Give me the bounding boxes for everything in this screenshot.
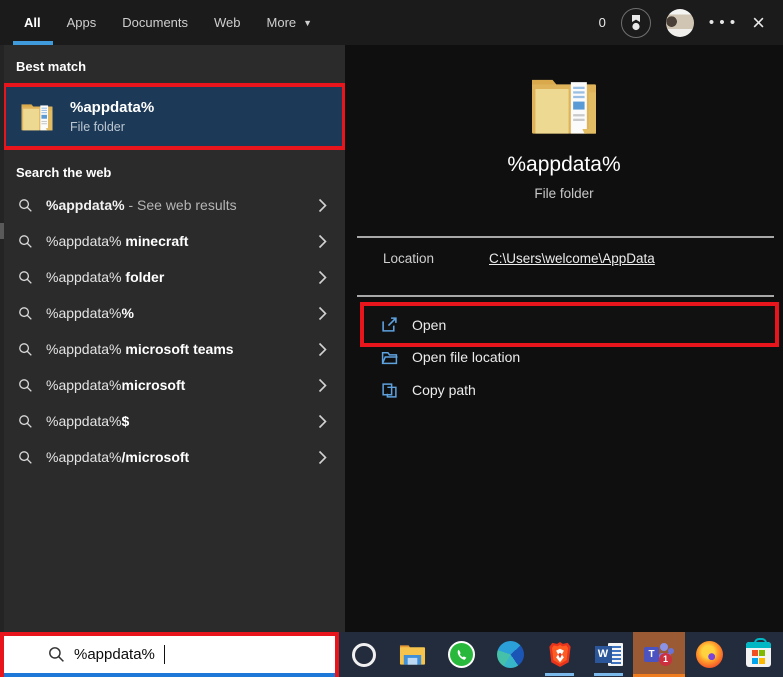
chevron-right-icon xyxy=(318,450,327,465)
search-icon xyxy=(19,234,32,248)
tab-all-label: All xyxy=(24,15,41,30)
teams-notification-badge: 1 xyxy=(659,652,672,666)
folder-outline-icon xyxy=(381,351,398,364)
results-scrollbar[interactable] xyxy=(0,45,4,632)
taskbar: W T 1 xyxy=(339,632,783,677)
tab-apps[interactable]: Apps xyxy=(67,0,97,45)
user-avatar[interactable] xyxy=(665,8,694,37)
copy-icon xyxy=(382,382,397,398)
open-file-location-label: Open file location xyxy=(412,349,521,365)
suggestion-dollar[interactable]: %appdata%$ xyxy=(0,403,345,439)
folder-icon xyxy=(21,104,53,131)
best-match-header: Best match xyxy=(16,59,87,74)
file-explorer-glyph xyxy=(399,644,426,665)
file-explorer-icon[interactable] xyxy=(388,632,437,677)
medal-glyph xyxy=(631,14,640,30)
suggestion-minecraft[interactable]: %appdata% minecraft xyxy=(0,223,345,259)
open-file-location-action[interactable]: Open file location xyxy=(345,342,783,372)
text-cursor xyxy=(163,645,166,664)
brave-glyph xyxy=(548,641,571,668)
chevron-right-icon xyxy=(318,342,327,357)
location-row: Location C:\Users\welcome\AppData xyxy=(383,251,771,266)
open-external-icon xyxy=(382,317,397,332)
topbar-actions: 0 • • • × xyxy=(598,7,765,38)
results-panel: Best match %appdata% File folder Search … xyxy=(0,45,346,632)
chevron-right-icon xyxy=(318,234,327,249)
search-icon xyxy=(19,306,32,320)
suggestion-folder[interactable]: %appdata% folder xyxy=(0,259,345,295)
folder-icon-large xyxy=(532,79,596,134)
edge-icon[interactable] xyxy=(486,632,535,677)
suggestion-percent[interactable]: %appdata%% xyxy=(0,295,345,331)
search-the-web-header: Search the web xyxy=(16,165,112,180)
best-match-text: %appdata% File folder xyxy=(70,99,154,134)
bottom-bar: %appdata% W T 1 xyxy=(0,632,783,677)
copy-path-action[interactable]: Copy path xyxy=(345,375,783,405)
tab-web-label: Web xyxy=(214,15,241,30)
cortana-icon[interactable] xyxy=(339,632,388,677)
more-options-icon[interactable]: • • • xyxy=(709,14,737,31)
filter-tabs: All Apps Documents Web More ▼ xyxy=(13,0,313,45)
preview-header: %appdata% File folder xyxy=(345,45,783,201)
search-filter-bar: All Apps Documents Web More ▼ 0 • • • × xyxy=(0,0,783,45)
location-label: Location xyxy=(383,251,435,266)
search-icon xyxy=(19,450,32,464)
suggestion-microsoft-teams[interactable]: %appdata% microsoft teams xyxy=(0,331,345,367)
tab-documents[interactable]: Documents xyxy=(122,0,188,45)
chevron-down-icon: ▼ xyxy=(303,17,313,28)
rewards-count: 0 xyxy=(598,15,606,30)
tab-apps-label: Apps xyxy=(66,15,97,30)
tab-more[interactable]: More ▼ xyxy=(267,0,313,45)
divider xyxy=(357,295,774,297)
tab-documents-label: Documents xyxy=(122,15,189,30)
open-action-label: Open xyxy=(412,316,447,333)
best-match-title: %appdata% xyxy=(70,99,155,116)
search-input[interactable]: %appdata% xyxy=(4,636,335,677)
annotation-box-search: %appdata% xyxy=(0,632,339,677)
annotation-box-open: Open xyxy=(360,302,779,347)
annotation-box-best-match: %appdata% File folder xyxy=(2,83,346,150)
suggestion-slash-microsoft[interactable]: %appdata%/microsoft xyxy=(0,439,345,475)
whatsapp-icon[interactable] xyxy=(437,632,486,677)
best-match-subtitle: File folder xyxy=(70,120,125,134)
rewards-medal-icon[interactable] xyxy=(620,7,651,38)
chevron-right-icon xyxy=(318,270,327,285)
word-icon[interactable]: W xyxy=(584,632,633,677)
search-icon xyxy=(19,270,32,284)
search-query-text: %appdata% xyxy=(74,646,155,663)
close-icon[interactable]: × xyxy=(752,11,765,34)
chevron-right-icon xyxy=(318,306,327,321)
location-link[interactable]: C:\Users\welcome\AppData xyxy=(489,251,655,266)
tab-more-label: More xyxy=(266,15,297,30)
tab-web[interactable]: Web xyxy=(214,0,241,45)
best-match-result[interactable]: %appdata% File folder xyxy=(6,87,342,146)
search-icon xyxy=(49,647,64,662)
firefox-icon[interactable] xyxy=(685,632,734,677)
chevron-right-icon xyxy=(318,414,327,429)
windows-search-flyout: All Apps Documents Web More ▼ 0 • • • × B… xyxy=(0,0,783,677)
search-icon xyxy=(19,378,32,392)
microsoft-store-icon[interactable] xyxy=(734,632,783,677)
preview-panel: %appdata% File folder Location C:\Users\… xyxy=(345,45,783,632)
divider xyxy=(357,236,774,238)
teams-avatar-dot xyxy=(660,642,668,651)
suggestion-see-web-results[interactable]: %appdata% - See web results xyxy=(0,187,345,223)
search-icon xyxy=(19,198,32,212)
preview-subtitle: File folder xyxy=(534,186,594,201)
preview-title: %appdata% xyxy=(507,153,621,176)
search-icon xyxy=(19,342,32,356)
chevron-right-icon xyxy=(318,198,327,213)
tab-all[interactable]: All xyxy=(13,0,52,45)
suggestion-microsoft[interactable]: %appdata%microsoft xyxy=(0,367,345,403)
teams-icon[interactable]: T 1 xyxy=(633,632,685,677)
web-suggestions-list: %appdata% - See web results %appdata% mi… xyxy=(0,187,345,475)
open-action[interactable]: Open xyxy=(364,306,775,343)
search-icon xyxy=(19,414,32,428)
brave-icon[interactable] xyxy=(535,632,584,677)
copy-path-label: Copy path xyxy=(412,382,476,398)
chevron-right-icon xyxy=(318,378,327,393)
